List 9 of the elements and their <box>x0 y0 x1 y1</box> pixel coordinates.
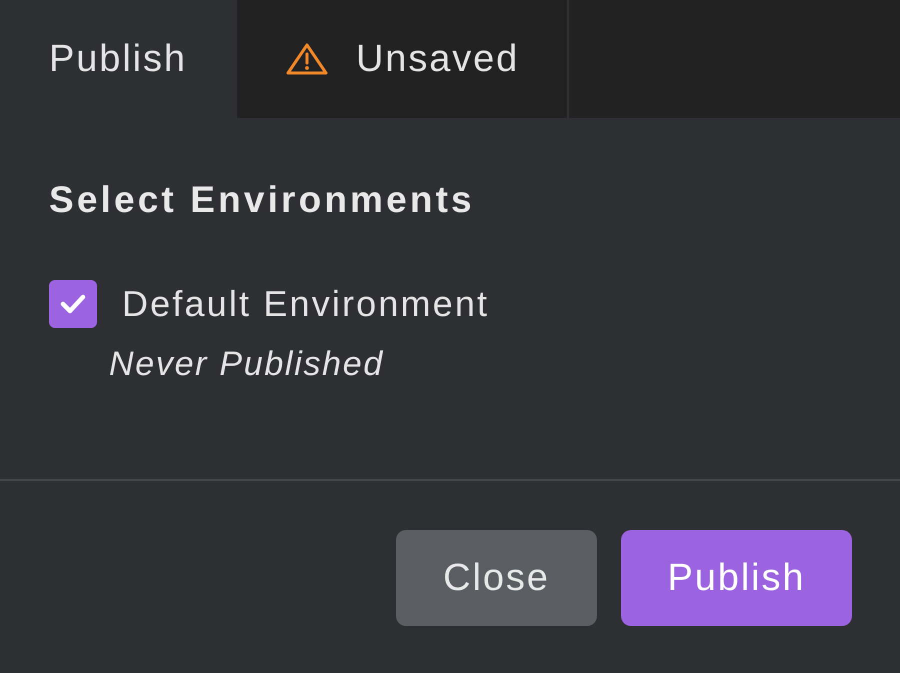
publish-button[interactable]: Publish <box>621 530 852 626</box>
close-button[interactable]: Close <box>396 530 597 626</box>
environment-label: Default Environment <box>122 282 490 326</box>
checkmark-icon <box>60 294 86 314</box>
tab[interactable]: Publish <box>0 0 237 118</box>
publish-status: Never Published <box>109 344 384 384</box>
warning-icon <box>286 43 328 75</box>
section-title: Select Environments <box>49 178 475 222</box>
checkbox[interactable] <box>49 280 97 328</box>
